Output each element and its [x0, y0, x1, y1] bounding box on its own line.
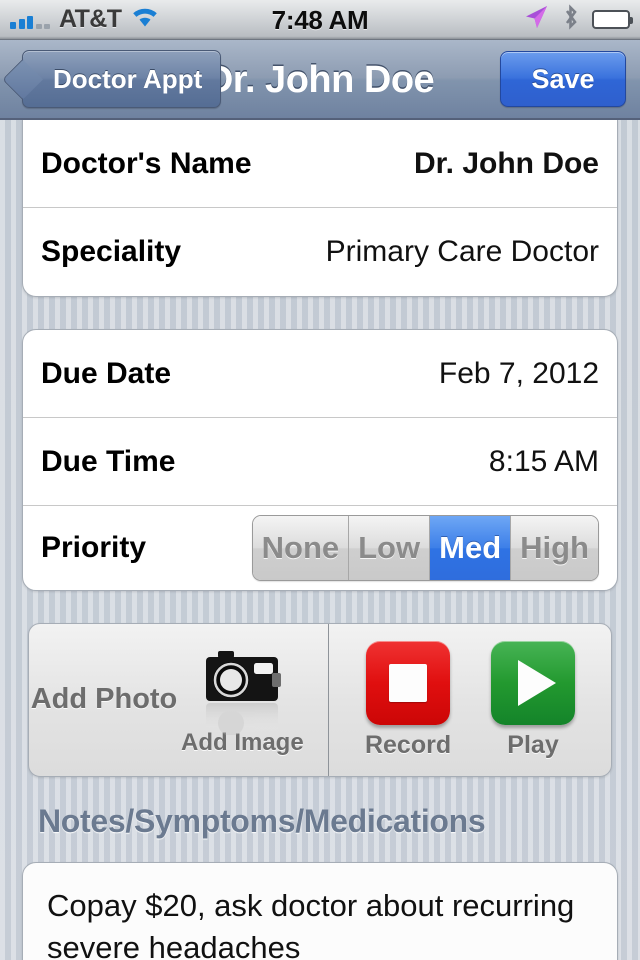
speciality-label: Speciality	[41, 235, 182, 268]
camera-icon	[196, 643, 288, 736]
doctor-info-group: Doctor's Name Dr. John Doe Speciality Pr…	[22, 120, 618, 297]
navigation-bar: Doctor Appt Dr. John Doe Save	[0, 40, 640, 120]
play-caption: Play	[507, 730, 559, 759]
row-due-time[interactable]: Due Time 8:15 AM	[23, 418, 617, 506]
priority-label: Priority	[41, 531, 147, 564]
priority-segment-med[interactable]: Med	[430, 516, 512, 580]
app-screen: AT&T 7:48 AM Doctor Appt Dr. John Doe Sa…	[0, 0, 640, 960]
add-photo-label: Add Photo	[30, 683, 178, 716]
back-button[interactable]: Doctor Appt	[22, 50, 222, 108]
doctors-name-value: Dr. John Doe	[413, 146, 599, 180]
priority-segmented-control[interactable]: None Low Med High	[251, 515, 599, 581]
status-bar-left: AT&T	[10, 5, 160, 34]
priority-segment-none[interactable]: None	[252, 516, 350, 580]
schedule-group: Due Date Feb 7, 2012 Due Time 8:15 AM Pr…	[22, 329, 618, 591]
location-arrow-icon	[523, 4, 549, 35]
play-button[interactable]: Play	[491, 640, 576, 760]
due-date-value: Feb 7, 2012	[438, 356, 599, 390]
due-time-value: 8:15 AM	[488, 444, 599, 478]
notes-text: Copay $20, ask doctor about recurring se…	[47, 888, 575, 960]
record-button[interactable]: Record	[364, 640, 452, 760]
save-button-label: Save	[531, 63, 595, 94]
wifi-icon	[130, 6, 160, 33]
media-group: Add Photo Add Image Record Play	[28, 623, 612, 777]
speciality-value: Primary Care Doctor	[325, 235, 599, 268]
photo-area: Add Photo Add Image	[29, 624, 329, 776]
notes-field[interactable]: Copay $20, ask doctor about recurring se…	[22, 862, 618, 960]
save-button[interactable]: Save	[500, 51, 626, 107]
row-priority: Priority None Low Med High	[23, 506, 617, 590]
audio-area: Record Play	[329, 624, 611, 776]
record-stop-icon	[366, 640, 451, 725]
priority-segment-high[interactable]: High	[511, 516, 598, 580]
add-image-button[interactable]: Add Image	[181, 643, 304, 757]
bluetooth-icon	[562, 4, 579, 35]
row-doctors-name[interactable]: Doctor's Name Dr. John Doe	[23, 120, 617, 208]
back-button-label: Doctor Appt	[53, 63, 203, 94]
signal-bars-icon	[10, 11, 50, 29]
record-caption: Record	[364, 730, 452, 759]
due-date-label: Due Date	[41, 356, 172, 390]
play-icon	[491, 640, 576, 725]
doctors-name-label: Doctor's Name	[41, 146, 252, 180]
due-time-label: Due Time	[41, 444, 176, 478]
notes-section-header: Notes/Symptoms/Medications	[38, 803, 486, 839]
row-due-date[interactable]: Due Date Feb 7, 2012	[23, 330, 617, 418]
row-speciality[interactable]: Speciality Primary Care Doctor	[23, 208, 617, 296]
status-bar: AT&T 7:48 AM	[0, 0, 640, 40]
carrier-label: AT&T	[59, 5, 122, 33]
status-bar-right	[523, 4, 633, 35]
clock-label: 7:48 AM	[271, 4, 369, 35]
priority-segment-low[interactable]: Low	[349, 516, 431, 580]
battery-icon	[592, 10, 633, 29]
form-scroll-view[interactable]: Doctor's Name Dr. John Doe Speciality Pr…	[0, 120, 640, 960]
